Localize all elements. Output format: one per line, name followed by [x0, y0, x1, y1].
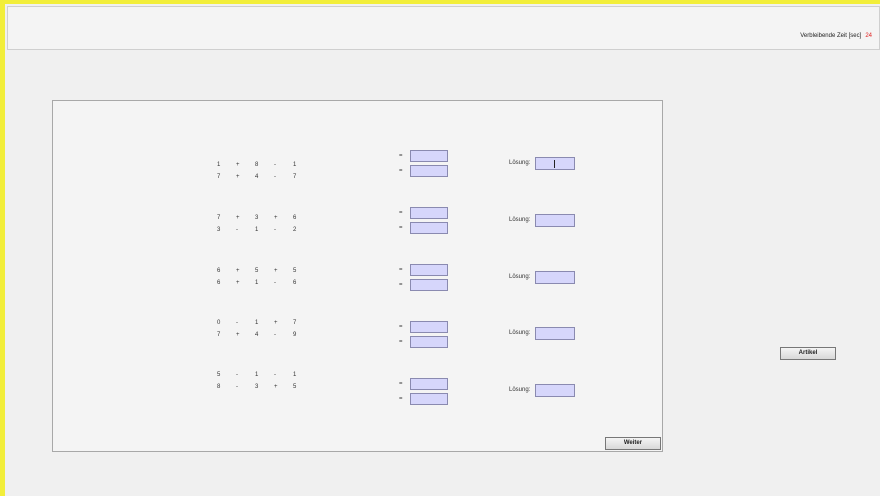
equals-sign: =: [399, 381, 403, 387]
solution-label: Lösung:: [509, 330, 531, 336]
equals-sign: =: [399, 210, 403, 216]
solution-label: Lösung:: [509, 387, 531, 393]
equation-5b: 8-3 +5: [217, 384, 297, 390]
equation-4a: 0-1 +7: [217, 320, 297, 326]
equals-sign: =: [399, 282, 403, 288]
equals-sign: =: [399, 396, 403, 402]
answer-input-3b[interactable]: [410, 279, 448, 291]
answer-input-1b[interactable]: [410, 165, 448, 177]
equation-4b: 7 +4-9: [217, 332, 297, 338]
task-row-5: 5-1-1 8-3 +5 = = Lösung:: [53, 372, 662, 437]
task-row-2: 7 +3 +6 3-1-2 = = Lösung:: [53, 206, 662, 266]
artikel-button[interactable]: Artikel: [780, 347, 836, 360]
equals-sign: =: [399, 168, 403, 174]
task-panel: 1 +8-1 7 +4-7 = = Lösung: 7 +3 +6 3-1-2 = = …: [52, 100, 663, 452]
equals-sign: =: [399, 153, 403, 159]
text-caret: [554, 160, 555, 168]
solution-label: Lösung:: [509, 274, 531, 280]
window-border-top: [0, 0, 880, 4]
answer-input-5b[interactable]: [410, 393, 448, 405]
task-row-1: 1 +8-1 7 +4-7 = = Lösung:: [53, 149, 662, 209]
timer-display: Verbleibende Zeit [sec] 24: [800, 33, 872, 39]
equation-3a: 6 +5 +5: [217, 268, 297, 274]
solution-input-5[interactable]: [535, 384, 575, 397]
solution-label: Lösung:: [509, 160, 531, 166]
equals-sign: =: [399, 324, 403, 330]
equals-sign: =: [399, 339, 403, 345]
solution-input-4[interactable]: [535, 327, 575, 340]
answer-input-5a[interactable]: [410, 378, 448, 390]
timer-value: 24: [865, 33, 872, 39]
timer-label: Verbleibende Zeit [sec]: [800, 33, 862, 39]
answer-input-4b[interactable]: [410, 336, 448, 348]
answer-input-4a[interactable]: [410, 321, 448, 333]
answer-input-3a[interactable]: [410, 264, 448, 276]
equation-5a: 5-1-1: [217, 372, 297, 378]
answer-input-2a[interactable]: [410, 207, 448, 219]
equation-1b: 7 +4-7: [217, 174, 297, 180]
answer-input-1a[interactable]: [410, 150, 448, 162]
equation-2a: 7 +3 +6: [217, 215, 297, 221]
equals-sign: =: [399, 225, 403, 231]
window-border-left: [0, 0, 5, 496]
solution-label: Lösung:: [509, 217, 531, 223]
equals-sign: =: [399, 267, 403, 273]
solution-input-1[interactable]: [535, 157, 575, 170]
task-row-4: 0-1 +7 7 +4-9 = = Lösung:: [53, 320, 662, 380]
task-row-3: 6 +5 +5 6 +1-6 = = Lösung:: [53, 263, 662, 323]
top-panel: Verbleibende Zeit [sec] 24: [7, 6, 880, 50]
equation-2b: 3-1-2: [217, 227, 297, 233]
answer-input-2b[interactable]: [410, 222, 448, 234]
equation-1a: 1 +8-1: [217, 162, 297, 168]
equation-3b: 6 +1-6: [217, 280, 297, 286]
solution-input-2[interactable]: [535, 214, 575, 227]
weiter-button[interactable]: Weiter: [605, 437, 661, 450]
solution-input-3[interactable]: [535, 271, 575, 284]
